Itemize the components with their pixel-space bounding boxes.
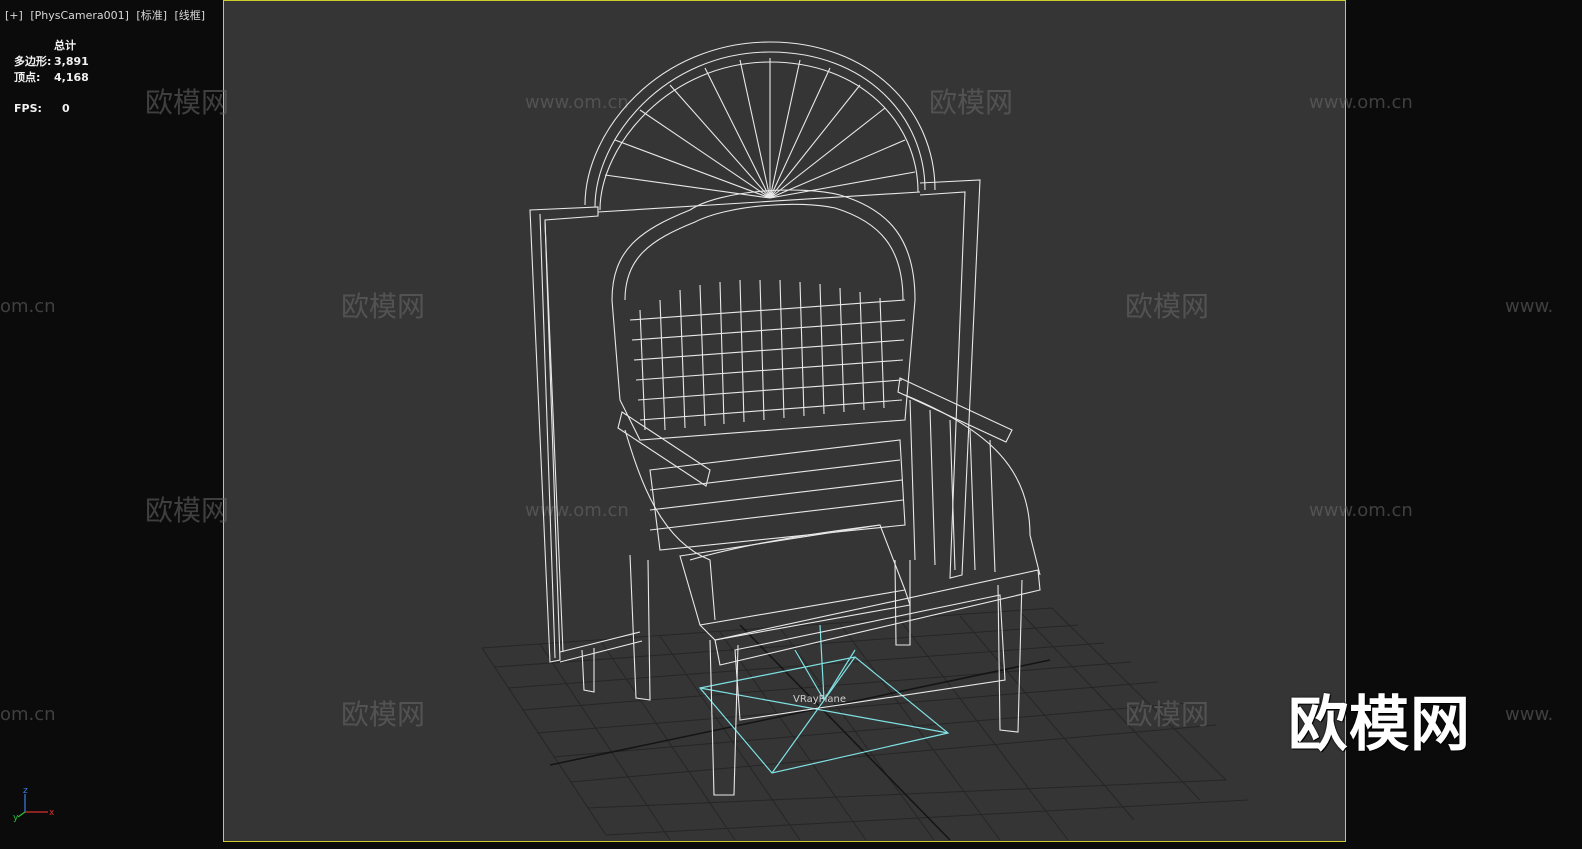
watermark-cn: 欧模网 xyxy=(145,86,229,119)
watermark-url: www.om.cn xyxy=(1309,500,1413,521)
watermark-cn: 欧模网 xyxy=(341,698,425,731)
watermark-url: www. xyxy=(1505,704,1553,725)
watermark-cn: 欧模网 xyxy=(929,86,1013,119)
axis-tripod: z x y xyxy=(13,786,55,823)
watermark-cn: 欧模网 xyxy=(145,494,229,527)
svg-text:x: x xyxy=(49,808,55,818)
watermark-cn: 欧模网 xyxy=(1125,698,1209,731)
watermark-url: www. xyxy=(1505,296,1553,317)
vray-plane-label: VRayPlane xyxy=(793,694,847,705)
watermark-url: om.cn xyxy=(0,704,56,725)
watermark-url: om.cn xyxy=(0,296,56,317)
svg-text:z: z xyxy=(23,786,28,796)
watermark-url: www.om.cn xyxy=(525,92,629,113)
watermark-url: www.om.cn xyxy=(1309,92,1413,113)
watermark-cn: 欧模网 xyxy=(1125,290,1209,323)
chair-wireframe[interactable] xyxy=(529,41,1041,796)
watermark-url: www.om.cn xyxy=(525,500,629,521)
watermark-logo-large: 欧模网 xyxy=(1288,690,1471,760)
watermark-cn: 欧模网 xyxy=(341,290,425,323)
svg-text:y: y xyxy=(13,813,19,823)
